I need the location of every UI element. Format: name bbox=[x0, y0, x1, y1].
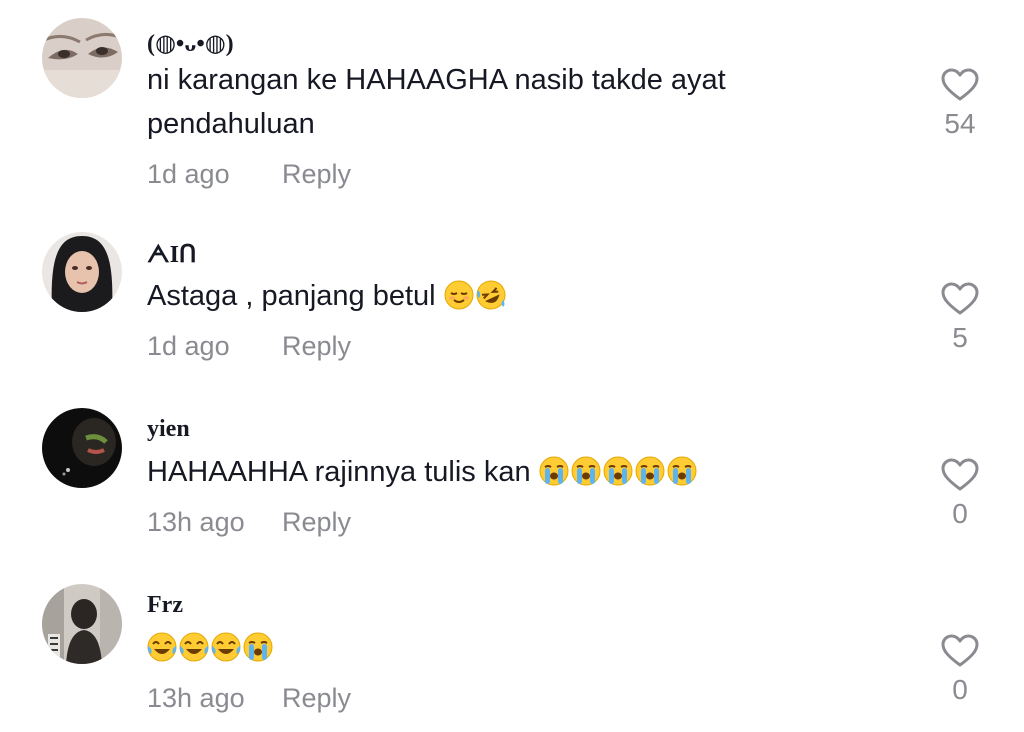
like-button[interactable]: 54 bbox=[938, 68, 982, 140]
like-button[interactable]: 5 bbox=[938, 282, 982, 354]
heart-icon bbox=[941, 68, 979, 101]
comment-username[interactable]: Frz bbox=[147, 592, 183, 619]
rolling-laughing-emoji bbox=[476, 280, 506, 310]
reply-button[interactable]: Reply bbox=[282, 331, 351, 362]
tears-of-joy-emoji bbox=[147, 632, 177, 662]
comment-meta: 13h ago Reply bbox=[147, 507, 351, 538]
like-count: 0 bbox=[952, 674, 968, 705]
tears-of-joy-emoji bbox=[211, 632, 241, 662]
heart-icon bbox=[941, 634, 979, 667]
comment-username[interactable]: yien bbox=[147, 416, 190, 443]
reply-button[interactable]: Reply bbox=[282, 159, 351, 190]
like-count: 5 bbox=[952, 322, 968, 353]
reply-button[interactable]: Reply bbox=[282, 683, 351, 714]
comment-meta: 13h ago Reply bbox=[147, 683, 351, 714]
heart-icon bbox=[941, 458, 979, 491]
loudly-crying-emoji bbox=[635, 456, 665, 486]
comment-time: 1d ago bbox=[147, 159, 230, 189]
comment-text bbox=[147, 626, 847, 670]
loudly-crying-emoji bbox=[243, 632, 273, 662]
comment-text: HAHAAHHA rajinnya tulis kan bbox=[147, 450, 847, 494]
avatar[interactable] bbox=[42, 408, 122, 488]
avatar-image bbox=[42, 232, 122, 312]
comment-username[interactable]: (◍•ᴗ•◍) bbox=[147, 28, 234, 58]
comment-meta: 1d ago Reply bbox=[147, 331, 351, 362]
tears-of-joy-emoji bbox=[179, 632, 209, 662]
relieved-face-emoji bbox=[444, 280, 474, 310]
comment-text-content: Astaga , panjang betul bbox=[147, 280, 436, 312]
comment-text: Astaga , panjang betul bbox=[147, 274, 847, 318]
comment-text-content: HAHAAHHA rajinnya tulis kan bbox=[147, 456, 531, 488]
comment-time: 13h ago bbox=[147, 683, 245, 713]
comment-username[interactable]: ᗅIᑎ bbox=[147, 240, 197, 269]
like-count: 54 bbox=[944, 108, 976, 139]
avatar[interactable] bbox=[42, 232, 122, 312]
comment-time: 13h ago bbox=[147, 507, 245, 537]
comment-text: ni karangan ke HAHAAGHA nasib takde ayat… bbox=[147, 64, 726, 140]
comment-time: 1d ago bbox=[147, 331, 230, 361]
emoji-group bbox=[444, 280, 506, 310]
like-count: 0 bbox=[952, 498, 968, 529]
loudly-crying-emoji bbox=[667, 456, 697, 486]
emoji-group bbox=[147, 632, 273, 662]
loudly-crying-emoji bbox=[539, 456, 569, 486]
avatar-image bbox=[42, 408, 122, 488]
like-button[interactable]: 0 bbox=[938, 634, 982, 706]
heart-icon bbox=[941, 282, 979, 315]
avatar[interactable] bbox=[42, 18, 122, 98]
reply-button[interactable]: Reply bbox=[282, 507, 351, 538]
comment-meta: 1d ago Reply bbox=[147, 159, 351, 190]
loudly-crying-emoji bbox=[603, 456, 633, 486]
avatar[interactable] bbox=[42, 584, 122, 664]
avatar-image bbox=[42, 18, 122, 98]
emoji-group bbox=[539, 456, 697, 486]
like-button[interactable]: 0 bbox=[938, 458, 982, 530]
avatar-image bbox=[42, 584, 122, 664]
loudly-crying-emoji bbox=[571, 456, 601, 486]
